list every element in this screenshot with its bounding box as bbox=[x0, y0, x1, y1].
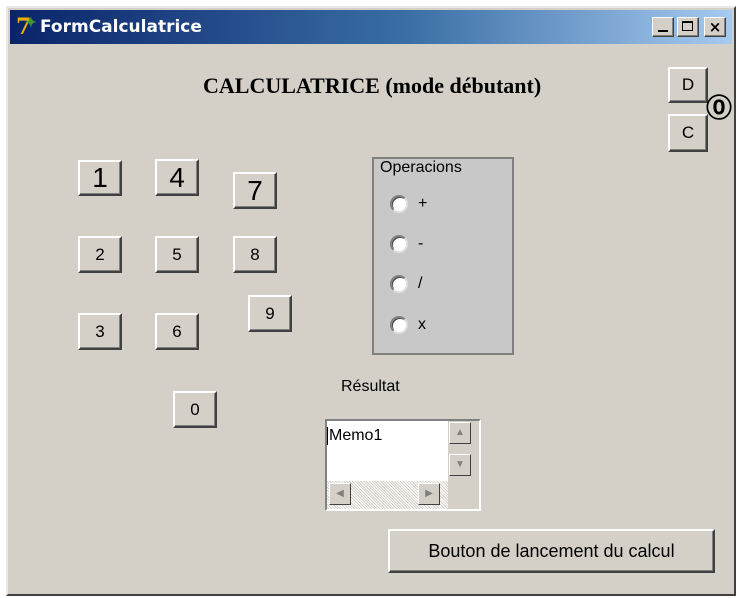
digit-8-button[interactable]: 8 bbox=[233, 236, 277, 273]
minimize-button[interactable] bbox=[652, 17, 674, 37]
radio-button[interactable] bbox=[390, 235, 408, 253]
scroll-right-arrow-icon[interactable]: ▶ bbox=[418, 483, 440, 505]
operation-label: - bbox=[418, 235, 424, 252]
circled-zero-marker: ⓪ bbox=[706, 94, 733, 124]
digit-2-button[interactable]: 2 bbox=[78, 236, 122, 273]
digit-3-button[interactable]: 3 bbox=[78, 313, 122, 350]
scroll-up-arrow-icon[interactable]: ▲ bbox=[449, 422, 471, 444]
close-icon: × bbox=[708, 18, 722, 36]
operation-label: x bbox=[418, 316, 426, 333]
window-title: FormCalculatrice bbox=[40, 17, 202, 37]
operation-option-multiply[interactable]: x bbox=[390, 313, 426, 337]
digit-7-button[interactable]: 7 bbox=[233, 172, 277, 209]
vertical-scrollbar[interactable]: ▲ ▼ bbox=[448, 421, 479, 481]
digit-9-button[interactable]: 9 bbox=[248, 295, 292, 332]
operation-option-minus[interactable]: - bbox=[390, 232, 423, 256]
page-title: CALCULATRICE (mode débutant) bbox=[203, 73, 542, 98]
radio-button[interactable] bbox=[390, 275, 408, 293]
horizontal-scrollbar[interactable]: ◀ ▶ bbox=[327, 481, 448, 509]
scroll-down-arrow-icon[interactable]: ▼ bbox=[449, 454, 471, 476]
operations-legend: Operacions bbox=[378, 159, 464, 177]
scrollbar-corner bbox=[448, 481, 479, 509]
radio-button[interactable] bbox=[390, 316, 408, 334]
digit-6-button[interactable]: 6 bbox=[155, 313, 199, 350]
operation-label: + bbox=[418, 195, 428, 212]
operation-label: / bbox=[418, 275, 423, 292]
run-calculation-button[interactable]: Bouton de lancement du calcul bbox=[388, 529, 715, 573]
app-icon: 7 ✦ bbox=[16, 14, 37, 40]
result-label: Résultat bbox=[341, 378, 400, 395]
maximize-button[interactable] bbox=[677, 17, 699, 37]
c-button[interactable]: C bbox=[668, 114, 708, 152]
digit-4-button[interactable]: 4 bbox=[155, 159, 199, 196]
minimize-icon bbox=[658, 30, 668, 32]
result-memo-text[interactable]: Memo1 bbox=[327, 427, 382, 445]
operation-option-plus[interactable]: + bbox=[390, 192, 427, 216]
scroll-left-arrow-icon[interactable]: ◀ bbox=[329, 483, 351, 505]
d-button[interactable]: D bbox=[668, 67, 708, 103]
title-bar[interactable]: 7 ✦ FormCalculatrice × bbox=[10, 10, 732, 44]
close-button[interactable]: × bbox=[704, 17, 726, 37]
operation-option-divide[interactable]: / bbox=[390, 272, 422, 296]
digit-5-button[interactable]: 5 bbox=[155, 236, 199, 273]
digit-1-button[interactable]: 1 bbox=[78, 160, 122, 196]
maximize-icon bbox=[682, 21, 693, 31]
radio-button[interactable] bbox=[390, 195, 408, 213]
digit-0-button[interactable]: 0 bbox=[173, 391, 217, 428]
